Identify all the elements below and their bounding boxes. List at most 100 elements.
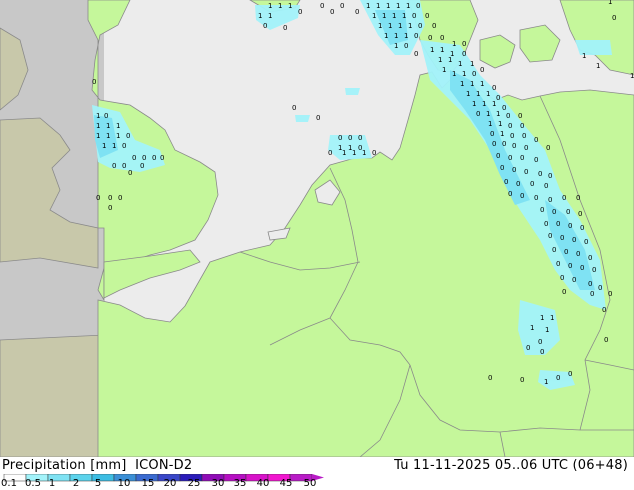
precip-marker: 1	[258, 12, 262, 20]
colorbar-tick-label: 10	[117, 478, 131, 489]
colorbar-tick-label: 15	[141, 478, 155, 489]
precip-marker: 1	[498, 120, 502, 128]
precip-marker: 1	[458, 60, 462, 68]
precip-marker: 0	[512, 142, 516, 150]
precip-marker: 1	[430, 46, 434, 54]
precip-marker: 1	[442, 66, 446, 74]
precip-marker: 0	[544, 220, 548, 228]
precip-marker: 0	[425, 12, 429, 20]
precip-marker: 1	[482, 100, 486, 108]
precip-marker: 1	[406, 2, 410, 10]
precip-marker: 0	[108, 204, 112, 212]
colorbar-tick-label: 35	[233, 478, 247, 489]
precip-marker: 1	[530, 324, 534, 332]
precip-marker: 1	[608, 0, 612, 6]
precip-marker: 0	[152, 154, 156, 162]
precip-marker: 0	[372, 149, 376, 157]
precip-marker: 0	[540, 206, 544, 214]
precip-marker: 0	[524, 144, 528, 152]
precip-marker: 1	[288, 2, 292, 10]
precip-marker: 1	[342, 149, 346, 157]
precip-marker: 0	[572, 236, 576, 244]
precip-marker: 1	[388, 22, 392, 30]
precip-marker: 1	[460, 80, 464, 88]
precip-marker: 1	[550, 314, 554, 322]
precip-marker: 0	[604, 336, 608, 344]
precip-dot-3	[575, 40, 612, 55]
precip-marker: 0	[564, 248, 568, 256]
precip-marker: 0	[132, 154, 136, 162]
precip-dot-1	[345, 88, 360, 95]
colorbar-tick-label: 25	[187, 478, 201, 489]
precip-marker: 0	[348, 134, 352, 142]
precip-marker: 1	[492, 100, 496, 108]
precip-marker: 0	[118, 194, 122, 202]
precip-marker: 1	[398, 22, 402, 30]
precip-marker: 0	[572, 276, 576, 284]
precip-marker: 1	[396, 2, 400, 10]
precip-marker: 0	[520, 376, 524, 384]
precip-marker: 0	[122, 142, 126, 150]
precip-marker: 0	[578, 210, 582, 218]
precip-marker: 1	[500, 130, 504, 138]
precip-marker: 0	[562, 288, 566, 296]
precip-marker: 1	[392, 12, 396, 20]
precip-marker: 1	[486, 90, 490, 98]
precip-marker: 0	[440, 34, 444, 42]
precip-marker: 0	[588, 254, 592, 262]
precip-marker: 1	[470, 80, 474, 88]
precip-marker: 0	[518, 112, 522, 120]
precip-marker: 1	[366, 2, 370, 10]
precip-marker: 0	[263, 22, 267, 30]
colorbar-tick-label: 1	[48, 478, 56, 489]
precip-marker: 0	[492, 84, 496, 92]
precip-marker: 1	[96, 112, 100, 120]
precip-marker: 0	[416, 2, 420, 10]
precip-marker: 0	[548, 172, 552, 180]
precip-marker: 0	[122, 162, 126, 170]
precip-marker: 0	[602, 306, 606, 314]
cornwall-outside	[0, 334, 105, 457]
precip-marker: 1	[382, 12, 386, 20]
precip-marker: 0	[404, 42, 408, 50]
precip-marker: 1	[496, 110, 500, 118]
precip-marker: 1	[268, 2, 272, 10]
precip-marker: 1	[378, 22, 382, 30]
colorbar-tick-label: 30	[211, 478, 225, 489]
precip-marker: 0	[580, 264, 584, 272]
precip-marker: 0	[516, 180, 520, 188]
precip-marker: 1	[488, 120, 492, 128]
precip-marker: 1	[268, 12, 272, 20]
precip-marker: 1	[386, 2, 390, 10]
precip-marker: 1	[596, 62, 600, 70]
precip-marker: 0	[560, 274, 564, 282]
precip-marker: 0	[520, 192, 524, 200]
precip-marker: 0	[412, 12, 416, 20]
precip-marker: 1	[476, 90, 480, 98]
precip-marker: 1	[466, 90, 470, 98]
precip-marker: 0	[534, 136, 538, 144]
precip-marker: 0	[140, 162, 144, 170]
precip-marker: 0	[552, 246, 556, 254]
precip-marker: 0	[492, 140, 496, 148]
precip-marker: 1	[582, 52, 586, 60]
precip-marker: 1	[545, 326, 549, 334]
precip-marker: 0	[590, 290, 594, 298]
precip-marker: 1	[278, 2, 282, 10]
precip-marker: 0	[500, 164, 504, 172]
precip-marker: 1	[116, 122, 120, 130]
precip-marker: 0	[568, 262, 572, 270]
precip-marker: 0	[568, 222, 572, 230]
precip-marker: 0	[598, 284, 602, 292]
precip-marker: 0	[488, 374, 492, 382]
precip-marker: 1	[544, 378, 548, 386]
precip-marker: 1	[448, 56, 452, 64]
precip-marker: 0	[538, 170, 542, 178]
precip-marker: 0	[476, 110, 480, 118]
precip-marker: 1	[630, 72, 634, 80]
precip-marker: 1	[438, 56, 442, 64]
map-title: Precipitation [mm] ICON-D2	[2, 458, 193, 473]
precip-marker: 0	[592, 266, 596, 274]
precip-marker: 1	[112, 142, 116, 150]
colorbar-tick-label: 5	[94, 478, 102, 489]
